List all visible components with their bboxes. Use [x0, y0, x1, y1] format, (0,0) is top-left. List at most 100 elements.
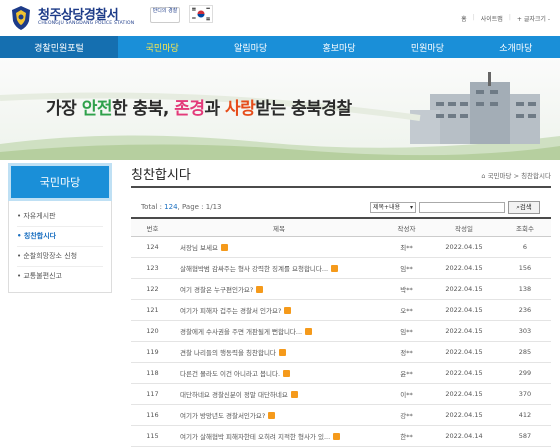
- post-title-link[interactable]: 견찰 나리들의 행동력을 칭찬합니다: [180, 347, 276, 357]
- row-title-cell: 여기가 살해협박 피해자한테 오히려 지적한 형사가 있...: [174, 426, 384, 446]
- row-author: 이**: [400, 391, 413, 399]
- nav-item-about[interactable]: 소개마당: [472, 36, 560, 58]
- board-meta: Total : 124, Page : 1/13: [141, 203, 222, 211]
- nav-item-civil[interactable]: 민원마당: [383, 36, 471, 58]
- sidebar-item-label: 칭찬합시다: [23, 232, 57, 240]
- row-number: 117: [146, 390, 159, 398]
- search-button[interactable]: ⌕검색: [508, 201, 540, 214]
- row-number: 121: [146, 306, 159, 314]
- sidebar-item-label: 자유게시판: [23, 212, 56, 220]
- post-title-link[interactable]: 대단하네요 경찰신분이 정말 대단하네요: [180, 389, 288, 399]
- mascot-badge[interactable]: 반디의 경찰: [150, 7, 180, 23]
- row-views: 412: [518, 411, 532, 419]
- column-header-views: 조회수: [516, 224, 534, 233]
- row-date: 2022.04.15: [445, 327, 483, 335]
- table-row[interactable]: 121 여기가 피해자 겁주는 경찰서 인가요? 오** 2022.04.15 236: [131, 300, 551, 321]
- row-author: 강**: [400, 412, 413, 420]
- hero-banner: 가장 안전한 충북, 존경과 사랑받는 충북경찰: [0, 58, 560, 160]
- new-post-icon: [331, 264, 339, 272]
- row-number: 115: [146, 432, 159, 440]
- row-date: 2022.04.15: [445, 243, 483, 251]
- sidebar-item-freeboard[interactable]: • 자유게시판: [17, 207, 103, 227]
- post-title-link[interactable]: 살해협박범 감싸주는 형사 강력한 징계를 요청합니다...: [180, 263, 328, 273]
- font-size-minus-icon[interactable]: -: [548, 16, 550, 23]
- slogan-part: 한 충북,: [111, 99, 175, 119]
- post-title-link[interactable]: 경찰에게 수사권을 주면 개판될게 뻔합니다...: [180, 326, 302, 336]
- breadcrumb-text[interactable]: 국민마당 > 칭찬합시다: [488, 172, 551, 180]
- table-row[interactable]: 118 다른건 몰라도 이건 아니라고 봅니다. 윤** 2022.04.15 299: [131, 363, 551, 384]
- korea-flag-icon: [189, 5, 213, 23]
- total-count: 124: [164, 203, 178, 211]
- table-row[interactable]: 116 여기가 방망년도 경찰서인가요? 강** 2022.04.15 412: [131, 405, 551, 426]
- column-header-author: 작성자: [397, 224, 416, 233]
- total-label: Total :: [141, 203, 165, 211]
- row-title-cell: 다른건 몰라도 이건 아니라고 봅니다.: [174, 363, 384, 383]
- row-views: 303: [518, 327, 532, 335]
- breadcrumb: ⌂ 국민마당 > 칭찬합시다: [481, 170, 551, 180]
- row-author: 박**: [400, 286, 413, 294]
- new-post-icon: [333, 432, 341, 440]
- sidebar-item-label: 순찰희망장소 신청: [23, 252, 78, 260]
- row-author: 오**: [400, 307, 413, 315]
- util-sitemap-link[interactable]: 사이트맵: [481, 14, 503, 23]
- post-title-link[interactable]: 여기 경찰은 누구편인가요?: [180, 284, 253, 294]
- slogan-safe: 안전: [81, 99, 113, 119]
- post-title-link[interactable]: 다른건 몰라도 이건 아니라고 봅니다.: [180, 368, 280, 378]
- table-row[interactable]: 123 살해협박범 감싸주는 형사 강력한 징계를 요청합니다... 임** 2022…: [131, 258, 551, 279]
- row-author: 정**: [400, 349, 413, 357]
- slogan-respect: 존경: [174, 99, 205, 119]
- table-body: 124 서장님 보세요 최** 2022.04.15 6 123 살해협박범 감싸주는 형사…: [131, 237, 551, 447]
- chevron-down-icon: ▾: [409, 204, 413, 211]
- util-home-link[interactable]: 홈: [461, 14, 467, 23]
- row-date: 2022.04.15: [445, 285, 483, 293]
- table-row[interactable]: 117 대단하네요 경찰신분이 정말 대단하네요 이** 2022.04.15 370: [131, 384, 551, 405]
- table-row[interactable]: 124 서장님 보세요 최** 2022.04.15 6: [131, 237, 551, 258]
- table-row[interactable]: 120 경찰에게 수사권을 주면 개판될게 뻔합니다... 임** 2022.04.1…: [131, 321, 551, 342]
- util-fontsize-link[interactable]: + 글자크기 -: [517, 14, 550, 23]
- home-icon[interactable]: ⌂: [481, 172, 485, 180]
- search-scope-select[interactable]: 제목+내용 ▾: [370, 202, 416, 213]
- row-number: 123: [146, 264, 159, 272]
- table-header: 번호 제목 작성자 작성일 조회수: [131, 219, 551, 237]
- sidebar-item-label: 교통불편신고: [23, 272, 62, 280]
- search-input[interactable]: [419, 202, 505, 213]
- main-nav: 경찰민원포털 국민마당 알림마당 홍보마당 민원마당 소개마당: [0, 36, 560, 58]
- table-row[interactable]: 115 여기가 살해협박 피해자한테 오히려 지적한 형사가 있... 한** 202…: [131, 426, 551, 447]
- nav-item-notice[interactable]: 알림마당: [206, 36, 294, 58]
- sidebar-item-traffic[interactable]: • 교통불편신고: [17, 267, 103, 286]
- row-number: 124: [146, 243, 159, 251]
- nav-item-pr[interactable]: 홍보마당: [295, 36, 383, 58]
- row-date: 2022.04.15: [445, 264, 483, 272]
- row-views: 138: [518, 285, 532, 293]
- post-title-link[interactable]: 여기가 살해협박 피해자한테 오히려 지적한 형사가 있...: [180, 431, 330, 441]
- banner-slogan: 가장 안전한 충북, 존경과 사랑받는 충북경찰: [46, 94, 352, 119]
- slogan-part: 과: [204, 99, 226, 119]
- post-title-link[interactable]: 여기가 피해자 겁주는 경찰서 인가요?: [180, 305, 281, 315]
- row-author: 한**: [400, 433, 413, 441]
- sidebar-item-praise[interactable]: • 칭찬합시다: [17, 227, 103, 247]
- new-post-icon: [284, 306, 292, 314]
- row-views: 370: [518, 390, 532, 398]
- sidebar-item-patrol[interactable]: • 순찰희망장소 신청: [17, 247, 103, 267]
- sidebar: 국민마당 • 자유게시판 • 칭찬합시다 • 순찰희망장소 신청 • 교통불편신…: [8, 163, 112, 293]
- new-post-icon: [268, 411, 276, 419]
- table-row[interactable]: 122 여기 경찰은 누구편인가요? 박** 2022.04.15 138: [131, 279, 551, 300]
- police-emblem-icon[interactable]: [10, 5, 32, 31]
- nav-portal-link[interactable]: 경찰민원포털: [0, 36, 118, 58]
- font-size-plus-icon[interactable]: +: [517, 16, 522, 23]
- top-bar: 청주상당경찰서 CHEONGJU SANGDANG POLICE STATION…: [0, 0, 560, 36]
- column-header-date: 작성일: [455, 224, 473, 233]
- post-title-link[interactable]: 여기가 방망년도 경찰서인가요?: [180, 410, 265, 420]
- slogan-love: 사랑: [225, 99, 256, 119]
- table-row[interactable]: 119 견찰 나리들의 행동력을 칭찬합니다 정** 2022.04.15 285: [131, 342, 551, 363]
- row-author: 임**: [400, 328, 413, 336]
- board-table: 번호 제목 작성자 작성일 조회수 124 서장님 보세요 최** 2022.04.1…: [131, 217, 551, 447]
- row-date: 2022.04.14: [445, 432, 483, 440]
- util-fontsize-label: 글자크기: [523, 16, 546, 23]
- row-date: 2022.04.15: [445, 390, 483, 398]
- post-title-link[interactable]: 서장님 보세요: [180, 242, 218, 252]
- utility-links: 홈 | 사이트맵 | + 글자크기 -: [461, 14, 550, 23]
- nav-item-citizen[interactable]: 국민마당: [118, 36, 206, 58]
- row-views: 285: [518, 348, 532, 356]
- row-title-cell: 여기 경찰은 누구편인가요?: [174, 279, 384, 299]
